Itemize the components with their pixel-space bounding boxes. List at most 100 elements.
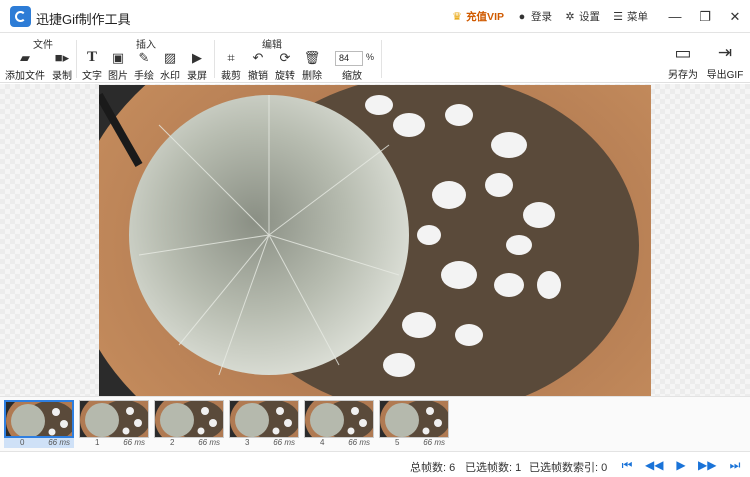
frame-duration: 66 ms bbox=[348, 438, 370, 447]
settings-label: 设置 bbox=[579, 11, 600, 23]
canvas-area[interactable] bbox=[0, 84, 750, 396]
frame-duration: 66 ms bbox=[48, 438, 70, 447]
frame-index: 4 bbox=[320, 438, 325, 447]
close-icon: ✕ bbox=[729, 8, 741, 24]
close-button[interactable]: ✕ bbox=[720, 0, 750, 33]
save-as-label: 另存为 bbox=[668, 70, 698, 81]
trash-icon: 🗑 bbox=[303, 50, 321, 65]
app-logo-icon bbox=[10, 6, 31, 27]
crown-icon: ♛ bbox=[452, 10, 462, 23]
group-title-edit: 编辑 bbox=[262, 40, 282, 51]
export-gif-label: 导出GIF bbox=[706, 70, 744, 81]
group-title-file: 文件 bbox=[33, 40, 53, 51]
title-bar: 迅捷Gif制作工具 ♛ 充值VIP ● 登录 ✲ 设置 ☰ 菜单 — ❐ ✕ bbox=[0, 0, 750, 33]
hamburger-icon: ☰ bbox=[613, 10, 623, 23]
current-frame-image[interactable] bbox=[99, 85, 651, 396]
frame-index: 5 bbox=[395, 438, 400, 447]
total-frames-text: 总帧数: 6 bbox=[410, 462, 456, 474]
vip-label: 充值VIP bbox=[466, 11, 504, 23]
frame-thumbnail-image bbox=[154, 400, 224, 438]
vip-button[interactable]: ♛ 充值VIP bbox=[451, 9, 504, 24]
handdraw-label: 手绘 bbox=[134, 71, 154, 82]
minimize-button[interactable]: — bbox=[660, 0, 690, 33]
save-as-icon: ▭ bbox=[674, 43, 692, 63]
frame-index: 3 bbox=[245, 438, 250, 447]
save-as-button[interactable]: ▭ 另存为 bbox=[665, 42, 701, 81]
frame-thumbnail-image bbox=[379, 400, 449, 438]
skip-last-icon: ⏭ bbox=[729, 458, 741, 472]
frame-thumbnail-image bbox=[4, 400, 74, 438]
skip-first-icon: ⏮ bbox=[621, 458, 633, 472]
frame-index: 2 bbox=[170, 438, 175, 447]
watermark-icon: ▨ bbox=[163, 50, 177, 65]
frame-thumbnail-image bbox=[229, 400, 299, 438]
last-frame-button[interactable]: ⏭ bbox=[727, 458, 743, 472]
screen-record-label: 录屏 bbox=[187, 71, 207, 82]
settings-button[interactable]: ✲ 设置 bbox=[564, 9, 600, 24]
delete-label: 删除 bbox=[302, 71, 322, 82]
fast-forward-icon: ▶▶ bbox=[698, 458, 717, 472]
frame-index: 1 bbox=[95, 438, 100, 447]
record-button[interactable]: ■▸ 录制 bbox=[45, 50, 79, 82]
zoom-label: 缩放 bbox=[342, 71, 362, 82]
screen-record-button[interactable]: ▶ 录屏 bbox=[180, 50, 214, 82]
export-gif-button[interactable]: ⇥ 导出GIF bbox=[705, 42, 745, 81]
frame-thumbnail[interactable]: 3 66 ms bbox=[229, 400, 299, 448]
rewind-icon: ◀◀ bbox=[645, 458, 664, 472]
frame-thumbnail[interactable]: 2 66 ms bbox=[154, 400, 224, 448]
zoom-unit: % bbox=[366, 52, 375, 62]
image-icon: ▣ bbox=[111, 50, 125, 65]
frame-thumbnail[interactable]: 5 66 ms bbox=[379, 400, 449, 448]
selected-index-text: 已选帧数索引: 0 bbox=[529, 462, 608, 474]
login-button[interactable]: ● 登录 bbox=[516, 9, 552, 24]
selected-frames-text: 已选帧数: 1 bbox=[465, 462, 522, 474]
folder-icon: ▰ bbox=[20, 50, 30, 65]
add-file-button[interactable]: ▰ 添加文件 bbox=[5, 50, 45, 82]
frame-index: 0 bbox=[20, 438, 25, 447]
next-frame-button[interactable]: ▶▶ bbox=[698, 458, 717, 472]
frame-thumbnail-image bbox=[304, 400, 374, 438]
record-label: 录制 bbox=[52, 71, 72, 82]
frame-thumbnail[interactable]: 1 66 ms bbox=[79, 400, 149, 448]
frame-duration: 66 ms bbox=[273, 438, 295, 447]
maximize-button[interactable]: ❐ bbox=[690, 0, 720, 33]
screen-record-icon: ▶ bbox=[192, 50, 202, 65]
user-icon: ● bbox=[518, 10, 526, 23]
zoom-input[interactable]: 84 bbox=[335, 51, 363, 66]
video-camera-icon: ■▸ bbox=[54, 50, 70, 65]
group-title-insert: 插入 bbox=[136, 40, 156, 51]
frame-duration: 66 ms bbox=[423, 438, 445, 447]
rotate-icon: ⟳ bbox=[279, 50, 291, 65]
watermark-label: 水印 bbox=[160, 71, 180, 82]
text-label: 文字 bbox=[82, 71, 102, 82]
gear-icon: ✲ bbox=[565, 10, 575, 23]
undo-icon: ↶ bbox=[252, 50, 264, 65]
minimize-icon: — bbox=[668, 9, 682, 24]
frame-thumbnail[interactable]: 4 66 ms bbox=[304, 400, 374, 448]
menu-button[interactable]: ☰ 菜单 bbox=[612, 9, 648, 24]
app-title: 迅捷Gif制作工具 bbox=[36, 12, 131, 27]
maximize-icon: ❐ bbox=[699, 8, 711, 24]
export-icon: ⇥ bbox=[717, 43, 733, 62]
frame-duration: 66 ms bbox=[123, 438, 145, 447]
prev-frame-button[interactable]: ◀◀ bbox=[645, 458, 664, 472]
crop-icon: ⌗ bbox=[227, 50, 235, 65]
add-file-label: 添加文件 bbox=[5, 71, 45, 82]
frame-thumbnail[interactable]: 0 66 ms bbox=[4, 400, 74, 448]
pencil-icon: ✎ bbox=[138, 50, 150, 65]
frame-thumbnail-image bbox=[79, 400, 149, 438]
undo-label: 撤销 bbox=[248, 71, 268, 82]
cactus-photo bbox=[99, 85, 651, 396]
frame-duration: 66 ms bbox=[198, 438, 220, 447]
rotate-label: 旋转 bbox=[275, 71, 295, 82]
login-label: 登录 bbox=[531, 11, 552, 23]
group-divider bbox=[381, 40, 382, 78]
delete-button[interactable]: 🗑 删除 bbox=[295, 50, 329, 82]
menu-label: 菜单 bbox=[627, 11, 648, 23]
play-icon: ▶ bbox=[676, 458, 686, 472]
status-bar bbox=[0, 453, 750, 477]
first-frame-button[interactable]: ⏮ bbox=[619, 458, 635, 472]
play-button[interactable]: ▶ bbox=[673, 458, 689, 472]
text-icon: T bbox=[86, 49, 97, 65]
image-label: 图片 bbox=[108, 71, 128, 82]
